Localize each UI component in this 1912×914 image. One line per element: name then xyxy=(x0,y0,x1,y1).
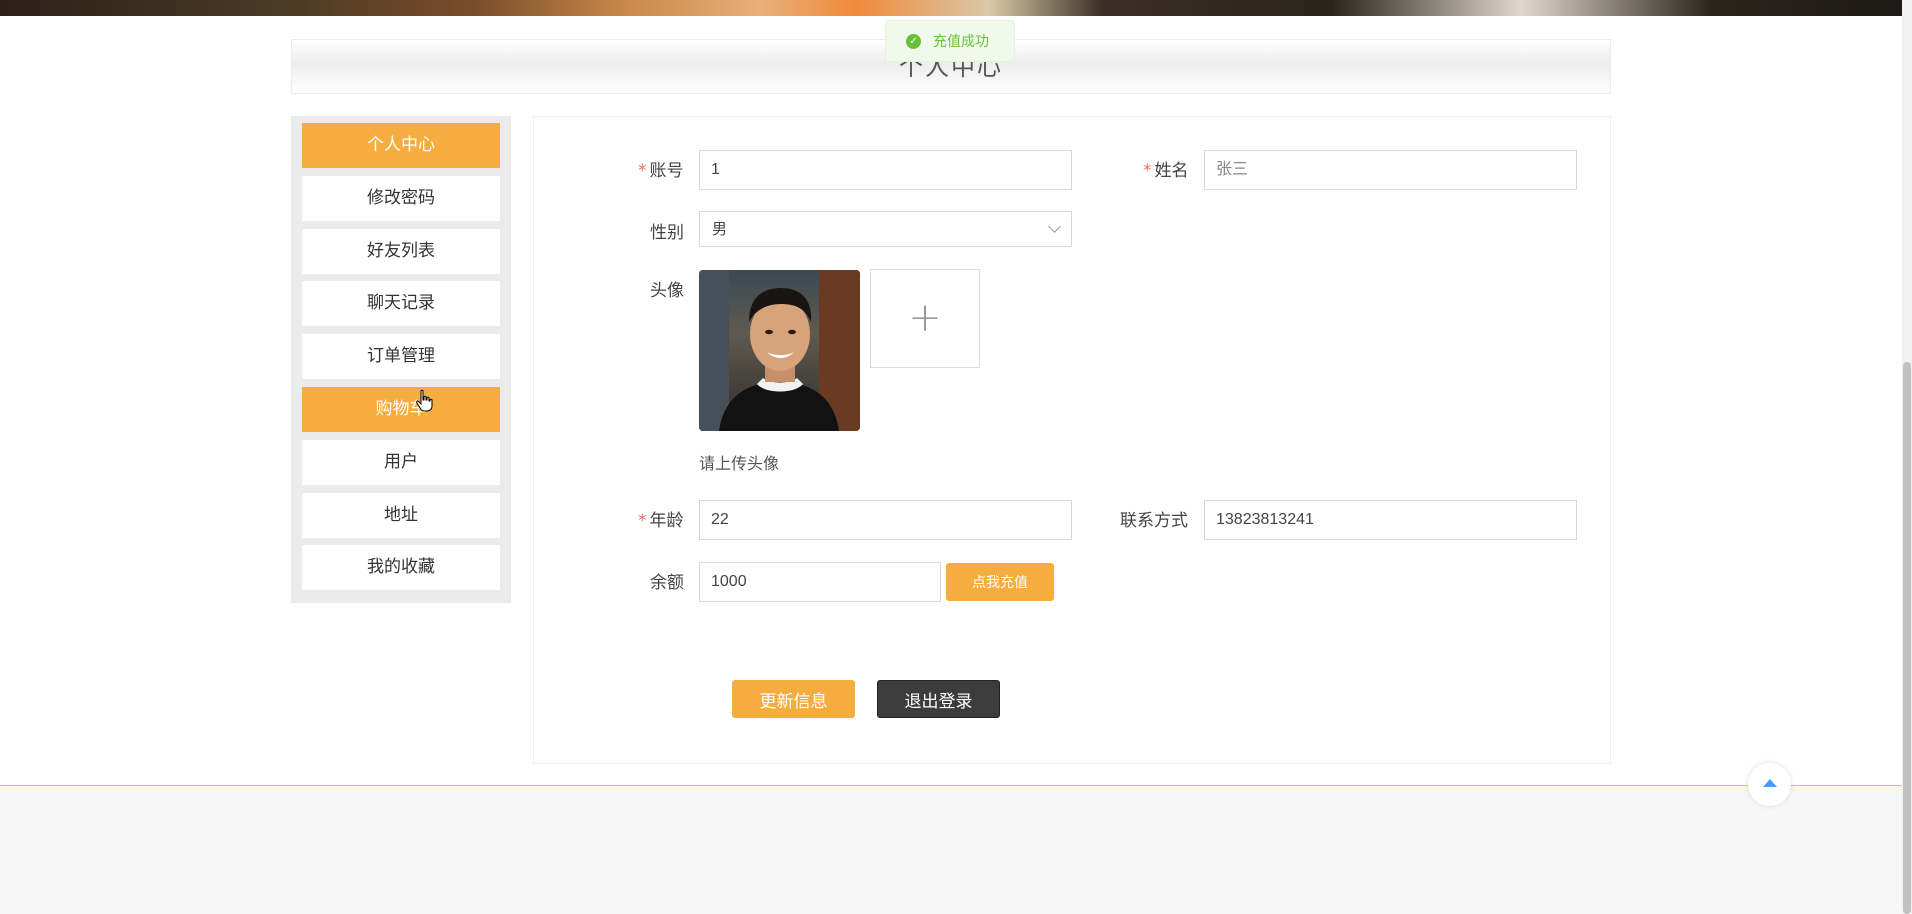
hand-cursor-icon xyxy=(416,389,433,412)
age-input[interactable]: 22 xyxy=(699,500,1072,540)
avatar-upload-button[interactable]: + xyxy=(870,269,980,368)
sidebar-item-user[interactable]: 用户 xyxy=(302,439,500,485)
account-label: * 账号 xyxy=(638,161,684,181)
name-input[interactable]: 张三 xyxy=(1204,150,1577,190)
sidebar-item-friends[interactable]: 好友列表 xyxy=(302,228,500,274)
avatar-upload-hint: 请上传头像 xyxy=(699,454,780,473)
sidebar-item-orders[interactable]: 订单管理 xyxy=(302,334,500,380)
chevron-down-icon xyxy=(1048,220,1061,233)
avatar-portrait xyxy=(699,270,860,431)
sidebar-item-profile[interactable]: 个人中心 xyxy=(302,123,500,168)
contact-label: 联系方式 xyxy=(1120,511,1188,531)
header-banner-image xyxy=(0,0,1902,16)
profile-form-panel xyxy=(533,116,1611,764)
page-scrollbar-thumb[interactable] xyxy=(1903,362,1911,914)
avatar-label: 头像 xyxy=(650,281,684,301)
avatar-image xyxy=(699,270,860,431)
caret-up-icon xyxy=(1762,779,1777,787)
balance-input[interactable]: 1000 xyxy=(699,562,941,602)
account-input[interactable]: 1 xyxy=(699,150,1072,190)
age-label: * 年龄 xyxy=(638,511,684,531)
toast-success: ✓ 充值成功 xyxy=(885,20,1015,62)
logout-button[interactable]: 退出登录 xyxy=(877,680,1000,718)
sidebar-item-chat-history[interactable]: 聊天记录 xyxy=(302,281,500,327)
sidebar-item-cart[interactable]: 购物车 xyxy=(302,386,500,432)
balance-label: 余额 xyxy=(650,573,684,593)
update-info-button[interactable]: 更新信息 xyxy=(732,680,855,718)
plus-icon: + xyxy=(908,295,942,341)
gender-label: 性别 xyxy=(650,223,684,243)
sidebar: 个人中心 修改密码 好友列表 聊天记录 订单管理 购物车 用户 地址 我的收藏 xyxy=(291,116,511,603)
check-circle-icon: ✓ xyxy=(906,33,921,49)
sidebar-item-address[interactable]: 地址 xyxy=(302,492,500,538)
back-to-top-button[interactable] xyxy=(1748,763,1791,806)
name-label: * 姓名 xyxy=(1143,161,1189,181)
gender-value: 男 xyxy=(712,220,728,238)
footer xyxy=(0,786,1902,914)
recharge-button[interactable]: 点我充值 xyxy=(946,563,1054,601)
toast-message: 充值成功 xyxy=(933,34,989,50)
sidebar-item-change-password[interactable]: 修改密码 xyxy=(302,175,500,221)
gender-select[interactable]: 男 xyxy=(699,211,1072,247)
sidebar-item-favorites[interactable]: 我的收藏 xyxy=(302,545,500,591)
contact-input[interactable]: 13823813241 xyxy=(1204,500,1577,540)
